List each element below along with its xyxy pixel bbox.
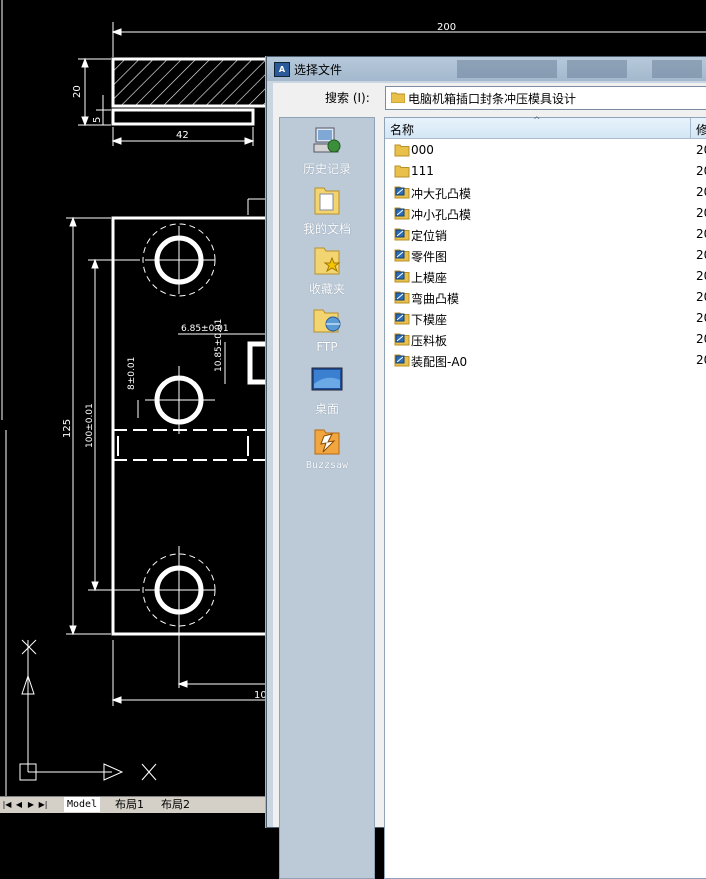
- dwg-file-icon: [394, 333, 410, 346]
- last-tab-button[interactable]: ▶|: [38, 799, 48, 810]
- place-label: Buzzsaw: [305, 460, 349, 471]
- favorites-icon: [314, 247, 341, 275]
- dwg-file-icon: [394, 270, 410, 283]
- dim-slot-height: 10.85±0.01: [214, 319, 224, 372]
- file-name: 冲小孔凸模: [411, 208, 472, 222]
- dwg-file-icon: [394, 249, 410, 262]
- file-row[interactable]: 冲大孔凸模 20: [385, 182, 706, 203]
- dwg-file-icon: [394, 312, 410, 325]
- folder-icon: [394, 165, 410, 178]
- tab-layout1[interactable]: 布局1: [112, 797, 147, 812]
- file-list[interactable]: 名称 ^ 修 000 20 111 20 冲大孔凸模 20 冲小孔凸模 20 定位销 20 零件图 2…: [384, 116, 706, 879]
- tab-model[interactable]: Model: [64, 797, 101, 812]
- folder-icon: [391, 92, 405, 103]
- file-row[interactable]: 装配图-A0 20: [385, 350, 706, 371]
- my-documents-icon: [314, 187, 340, 215]
- file-name: 下模座: [411, 313, 448, 327]
- file-row[interactable]: 下模座 20: [385, 308, 706, 329]
- dim-plate-height: 125: [62, 419, 73, 438]
- place-my-documents[interactable]: 我的文档: [280, 184, 374, 242]
- dim-flange-thickness: 5: [92, 117, 103, 123]
- place-label: 历史记录: [302, 162, 351, 176]
- history-icon: [313, 127, 341, 153]
- place-label: 收藏夹: [308, 282, 345, 296]
- place-buzzsaw[interactable]: Buzzsaw: [280, 424, 374, 482]
- file-row[interactable]: 111 20: [385, 161, 706, 182]
- file-row[interactable]: 定位销 20: [385, 224, 706, 245]
- file-modified-date: 20: [696, 185, 706, 199]
- file-name: 上模座: [411, 271, 448, 285]
- dim-flange-height: 20: [72, 85, 83, 98]
- look-in-value: 电脑机箱插口封条冲压模具设计: [408, 92, 577, 106]
- place-history[interactable]: 历史记录: [280, 124, 374, 182]
- file-modified-date: 20: [696, 290, 706, 304]
- file-modified-date: 20: [696, 248, 706, 262]
- file-name: 111: [411, 164, 434, 178]
- file-modified-date: 20: [696, 353, 706, 367]
- dwg-file-icon: [394, 354, 410, 367]
- next-tab-button[interactable]: ▶: [26, 799, 36, 810]
- file-row[interactable]: 冲小孔凸模 20: [385, 203, 706, 224]
- dim-hole-span: 100±0.01: [85, 403, 95, 448]
- dwg-file-icon: [394, 291, 410, 304]
- titlebar-glass: [457, 60, 557, 78]
- file-modified-date: 20: [696, 164, 706, 178]
- column-header-row: 名称 ^ 修: [385, 116, 706, 139]
- ftp-icon: [313, 309, 341, 333]
- place-label: 桌面: [314, 402, 339, 416]
- prev-tab-button[interactable]: ◀: [14, 799, 24, 810]
- file-modified-date: 20: [696, 143, 706, 157]
- dim-slot-spacing: 8±0.01: [127, 357, 137, 390]
- app-icon: A: [274, 62, 290, 77]
- dwg-file-icon: [394, 228, 410, 241]
- place-label: FTP: [316, 340, 338, 354]
- look-in-label: 搜索 (I):: [325, 91, 370, 105]
- file-name: 弯曲凸模: [411, 292, 460, 306]
- dialog-titlebar[interactable]: A 选择文件: [267, 57, 706, 81]
- place-favorites[interactable]: 收藏夹: [280, 244, 374, 302]
- dialog-title: 选择文件: [294, 63, 343, 77]
- file-name: 定位销: [411, 229, 448, 243]
- file-name: 装配图-A0: [411, 355, 468, 369]
- place-ftp[interactable]: FTP: [280, 304, 374, 362]
- file-row[interactable]: 弯曲凸模 20: [385, 287, 706, 308]
- places-bar: 历史记录 我的文档 收藏夹 FTP 桌面 Buzzsaw: [279, 117, 375, 879]
- file-name: 冲大孔凸模: [411, 187, 472, 201]
- column-divider[interactable]: [690, 118, 691, 138]
- file-row[interactable]: 压料板 20: [385, 329, 706, 350]
- file-modified-date: 20: [696, 269, 706, 283]
- column-header-modified[interactable]: 修: [696, 121, 706, 138]
- look-in-dropdown[interactable]: 电脑机箱插口封条冲压模具设计: [385, 86, 706, 110]
- file-modified-date: 20: [696, 206, 706, 220]
- desktop-icon: [311, 367, 343, 391]
- dwg-file-icon: [394, 207, 410, 220]
- dim-overall-width: 200: [437, 22, 456, 33]
- file-row[interactable]: 零件图 20: [385, 245, 706, 266]
- select-file-dialog: A 选择文件 搜索 (I): 电脑机箱插口封条冲压模具设计 历史记录 我的文档 …: [266, 56, 706, 879]
- file-name: 000: [411, 143, 434, 157]
- place-desktop[interactable]: 桌面: [280, 364, 374, 422]
- titlebar-glass: [652, 60, 702, 78]
- file-modified-date: 20: [696, 332, 706, 346]
- file-name: 压料板: [411, 334, 448, 348]
- dim-flange-length: 42: [176, 130, 189, 141]
- place-label: 我的文档: [302, 222, 351, 236]
- file-row[interactable]: 000 20: [385, 140, 706, 161]
- file-modified-date: 20: [696, 227, 706, 241]
- file-name: 零件图: [411, 250, 448, 264]
- dim-bottom-offset: 10: [254, 690, 267, 701]
- file-modified-date: 20: [696, 311, 706, 325]
- titlebar-glass: [567, 60, 627, 78]
- column-header-name[interactable]: 名称: [390, 121, 414, 138]
- layout-tab-bar: |◀ ◀ ▶ ▶| Model 布局1 布局2: [0, 796, 266, 813]
- dialog-body: 搜索 (I): 电脑机箱插口封条冲压模具设计 历史记录 我的文档 收藏夹 FTP…: [273, 83, 706, 879]
- first-tab-button[interactable]: |◀: [2, 799, 12, 810]
- tab-layout2[interactable]: 布局2: [158, 797, 193, 812]
- sort-ascending-icon: ^: [533, 116, 541, 126]
- buzzsaw-icon: [314, 429, 340, 455]
- dwg-file-icon: [394, 186, 410, 199]
- file-row[interactable]: 上模座 20: [385, 266, 706, 287]
- folder-icon: [394, 144, 410, 157]
